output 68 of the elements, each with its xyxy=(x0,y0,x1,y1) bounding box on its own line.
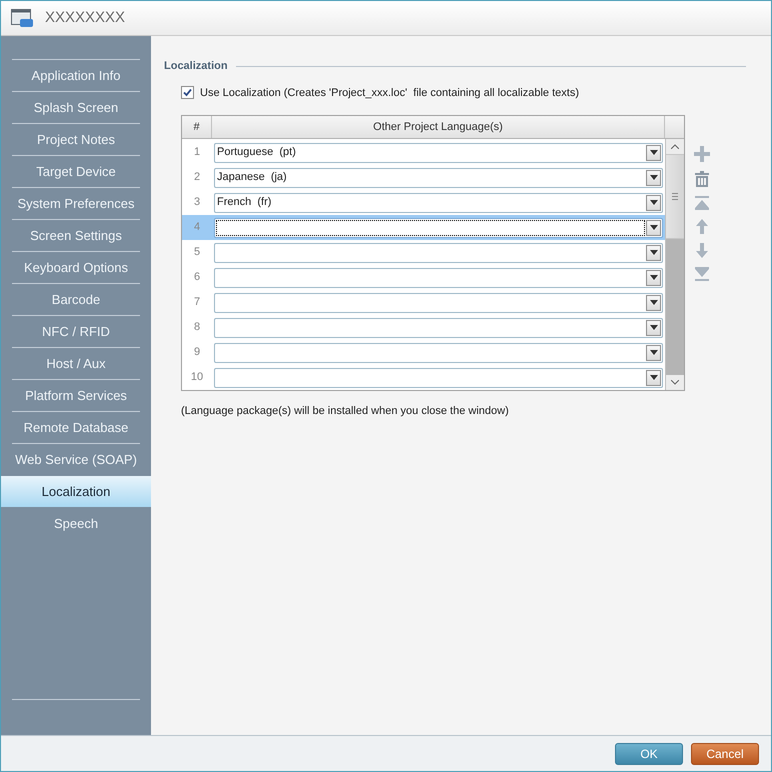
scroll-up-icon[interactable] xyxy=(671,144,679,149)
column-header: Other Project Language(s) xyxy=(212,116,665,138)
dropdown-value: Japanese (ja) xyxy=(217,170,287,186)
sidebar-item[interactable]: Target Device xyxy=(1,156,151,187)
checkbox-label: Use Localization (Creates 'Project_xxx.loc' file containing all localizable texts) xyxy=(200,86,579,100)
language-dropdown[interactable]: Portuguese (pt) xyxy=(214,142,663,162)
sidebar-item[interactable]: Remote Database xyxy=(1,412,151,443)
row-number: 6 xyxy=(192,270,202,286)
sidebar-item[interactable]: Speech xyxy=(1,508,151,539)
row-number: 4 xyxy=(182,215,212,240)
row-number: 5 xyxy=(192,245,202,260)
caret-icon xyxy=(650,350,658,355)
caret-icon xyxy=(650,175,658,180)
language-dropdown[interactable]: Japanese (ja) xyxy=(214,168,663,188)
sidebar-item[interactable]: Platform Services xyxy=(1,380,151,411)
caret-icon xyxy=(650,150,658,155)
sidebar-item[interactable]: Web Service (SOAP) xyxy=(1,444,151,475)
sidebar-item[interactable]: System Preferences xyxy=(1,188,151,219)
section-title: Localization xyxy=(164,59,228,74)
sidebar-item[interactable]: NFC / RFID xyxy=(1,316,151,347)
sidebar-item[interactable]: Barcode xyxy=(1,284,151,315)
language-dropdown[interactable]: French (fr) xyxy=(214,192,663,212)
caret-icon xyxy=(650,225,658,230)
dropdown-button[interactable] xyxy=(646,244,661,260)
sidebar-item[interactable]: Splash Screen xyxy=(1,92,151,123)
ok-button[interactable]: OK xyxy=(615,742,683,764)
caret-icon xyxy=(650,250,658,255)
window-icon xyxy=(11,9,33,27)
window-title: XXXXXXXX xyxy=(45,8,126,28)
dropdown-button[interactable] xyxy=(646,294,661,310)
dropdown-button[interactable] xyxy=(646,270,661,286)
sidebar-item[interactable]: Keyboard Options xyxy=(1,252,151,283)
language-dropdown[interactable] xyxy=(214,218,663,238)
caret-icon xyxy=(650,325,658,330)
row-number: 9 xyxy=(192,345,202,360)
row-number: 3 xyxy=(192,195,202,210)
note-text: (Language package(s) will be installed when you close the window) xyxy=(181,404,510,419)
scroll-down-icon[interactable] xyxy=(671,380,679,385)
dropdown-button[interactable] xyxy=(646,194,661,210)
row-number: 8 xyxy=(192,320,202,336)
caret-icon xyxy=(650,375,658,380)
cancel-button[interactable]: Cancel xyxy=(691,742,759,764)
dropdown-button[interactable] xyxy=(646,320,661,336)
sidebar-item[interactable]: Localization xyxy=(1,476,151,507)
row-number: 10 xyxy=(190,370,204,386)
dropdown-value: Portuguese (pt) xyxy=(217,145,296,160)
checkbox[interactable] xyxy=(181,86,194,100)
sidebar-item[interactable]: Project Notes xyxy=(1,124,151,155)
dropdown-button[interactable] xyxy=(646,220,661,236)
dropdown-button[interactable] xyxy=(646,170,661,186)
sidebar-item[interactable]: Host / Aux xyxy=(1,348,151,379)
caret-icon xyxy=(650,200,658,205)
column-header: # xyxy=(182,116,212,138)
caret-icon xyxy=(650,300,658,305)
row-number: 1 xyxy=(192,145,202,160)
dropdown-button[interactable] xyxy=(646,144,661,160)
row-number: 7 xyxy=(192,295,202,310)
dropdown-button[interactable] xyxy=(646,344,661,360)
dropdown-button[interactable] xyxy=(646,370,661,386)
dropdown-value: French (fr) xyxy=(217,195,272,210)
trash-icon[interactable] xyxy=(695,171,709,187)
grip-icon xyxy=(672,193,678,200)
sidebar-item[interactable]: Application Info xyxy=(1,60,151,91)
caret-icon xyxy=(650,275,658,280)
scroll-thumb[interactable] xyxy=(666,154,684,239)
row-number: 2 xyxy=(192,170,202,186)
scrollbar[interactable] xyxy=(665,139,684,390)
sidebar-item[interactable]: Screen Settings xyxy=(1,220,151,251)
